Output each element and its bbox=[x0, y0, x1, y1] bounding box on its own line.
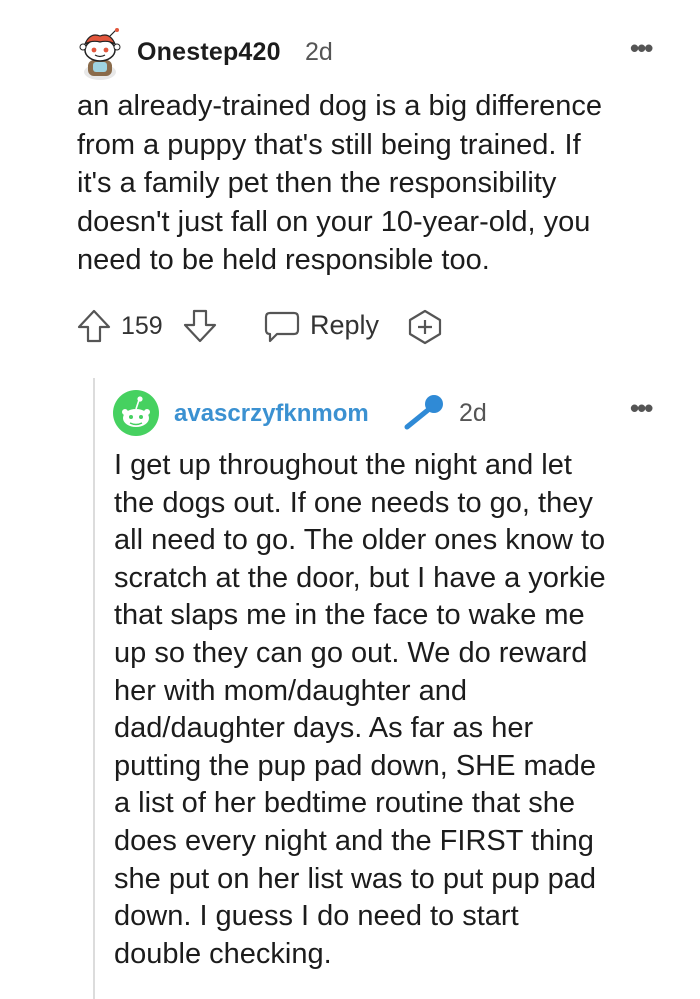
comment-actions: 159 Reply bbox=[70, 304, 470, 348]
award-icon[interactable] bbox=[406, 309, 444, 345]
downvote-icon[interactable] bbox=[182, 308, 218, 344]
thread-line[interactable] bbox=[93, 378, 95, 999]
more-options-icon[interactable]: ••• bbox=[630, 33, 653, 64]
vote-count: 159 bbox=[121, 312, 163, 340]
comment-age: 2d bbox=[305, 38, 333, 66]
snoo-avatar-icon[interactable] bbox=[113, 390, 159, 436]
comment-body: an already-trained dog is a big differen… bbox=[77, 90, 603, 276]
comment-body: I get up throughout the night and let th… bbox=[114, 449, 606, 970]
snoo-avatar-icon[interactable] bbox=[76, 28, 124, 80]
comment-author[interactable]: Onestep420 bbox=[137, 38, 281, 67]
upvote-icon[interactable] bbox=[76, 308, 112, 344]
reply-bubble-icon[interactable] bbox=[263, 310, 301, 344]
more-options-icon[interactable]: ••• bbox=[630, 393, 653, 424]
reply-button[interactable]: Reply bbox=[310, 310, 379, 341]
microphone-icon bbox=[404, 395, 443, 430]
comment-age: 2d bbox=[459, 399, 487, 427]
comment-author[interactable]: avascrzyfknmom bbox=[174, 400, 369, 428]
